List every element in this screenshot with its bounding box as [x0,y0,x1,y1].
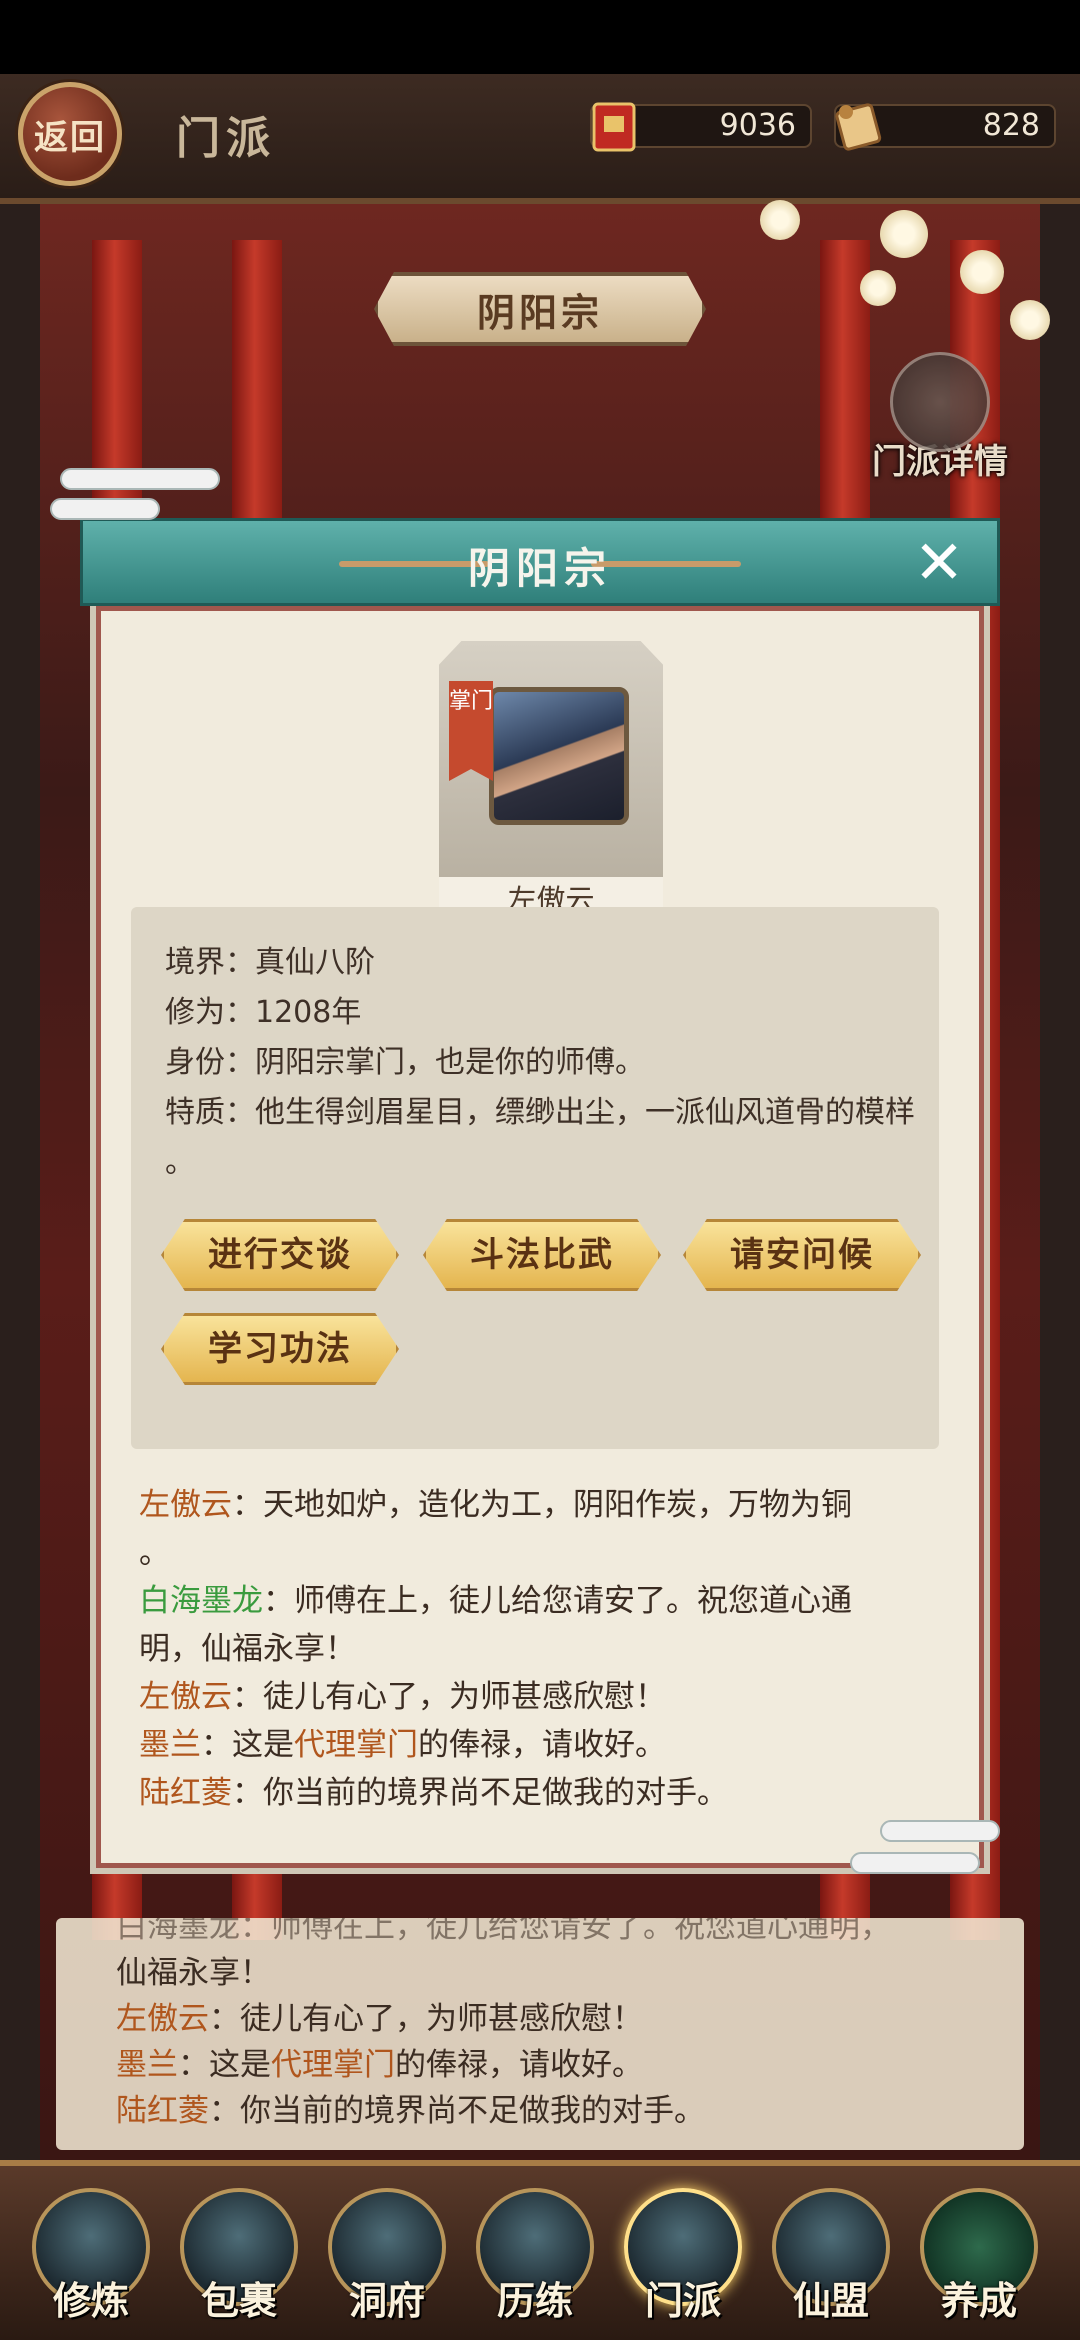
blossom-decoration [760,200,800,240]
nav-develop[interactable]: 养成 [916,2188,1042,2328]
chat-text: 的俸禄，请收好。 [395,2047,643,2083]
red-envelope-token-icon [592,102,636,152]
master-badge: 掌门 [449,681,493,781]
dialog-text: 的俸禄，请收好。 [418,1727,666,1763]
dialog-line: 陆红菱：你当前的境界尚不足做我的对手。 [139,1769,959,1817]
blossom-decoration [1010,300,1050,340]
chat-highlight: 代理掌门 [271,2047,395,2083]
dialog-text: ：师傅在上，徒儿给您请安了。祝您道心通 [263,1583,852,1619]
sect-emblem-icon [890,352,990,452]
sect-master-modal: 掌门 左傲云 境界：真仙八阶 修为：1208年 身份：阴阳宗掌门，也是你的师傅。… [50,468,1000,1874]
dialog-speaker: 陆红菱 [139,1775,232,1811]
talk-button[interactable]: 进行交谈 [161,1219,399,1291]
master-portrait-frame[interactable]: 掌门 [439,641,663,877]
currency-slot-1: 9036 [590,102,812,152]
blossom-decoration [960,250,1004,294]
dialog-text: ：徒儿有心了，为师甚感欣慰！ [232,1679,666,1715]
greet-button[interactable]: 请安问候 [683,1219,921,1291]
dialog-line-cont: 。 [139,1535,170,1571]
dialog-speaker: 墨兰 [139,1727,201,1763]
page-title: 门派 [176,113,276,164]
dialog-line: 墨兰：这是代理掌门的俸禄，请收好。 [139,1721,959,1769]
sect-name-banner: 阴阳宗 [374,272,706,346]
top-bar: 返回 门派 9036 828 [0,74,1080,204]
currency-slot-2: 828 [834,103,1056,151]
dialog-speaker: 左傲云 [139,1679,232,1715]
chat-log-row: 左傲云：徒儿有心了，为师甚感欣慰！ [116,1996,964,2042]
info-trait: 特质：他生得剑眉星目，缥缈出尘，一派仙风道骨的模样 [165,1095,915,1130]
info-realm: 境界：真仙八阶 [165,945,375,980]
dialog-line-cont: 明，仙福永享！ [139,1631,356,1667]
dialog-speaker: 左傲云 [139,1487,232,1523]
close-icon[interactable]: ✕ [909,533,969,595]
blossom-decoration [880,210,928,258]
nav-cultivate[interactable]: 修炼 [28,2188,154,2328]
nav-alliance[interactable]: 仙盟 [768,2188,894,2328]
nav-trial[interactable]: 历练 [472,2188,598,2328]
chat-text: ：你当前的境界尚不足做我的对手。 [209,2093,705,2129]
modal-title: 阴阳宗 [467,544,612,593]
dialog-speaker: 白海墨龙 [139,1583,263,1619]
chat-log-row: 仙福永享！ [116,1955,271,1991]
cloud-decoration [850,1852,980,1874]
nav-label: 门派 [644,2278,721,2323]
nav-label: 历练 [496,2278,573,2323]
info-trait-cont: 。 [165,1145,195,1180]
info-cultivation: 修为：1208年 [165,995,362,1030]
dialog-highlight: 代理掌门 [294,1727,418,1763]
status-bar [0,0,1080,74]
nav-sect[interactable]: 门派 [620,2188,746,2328]
cloud-decoration [50,498,160,520]
chat-log-row: 陆红菱：你当前的境界尚不足做我的对手。 [116,2088,964,2134]
dialog-line: 左傲云：徒儿有心了，为师甚感欣慰！ [139,1673,959,1721]
dialog-line: 白海墨龙：师傅在上，徒儿给您请安了。祝您道心通 [139,1577,959,1625]
chat-log-row: 墨兰：这是代理掌门的俸禄，请收好。 [116,2042,964,2088]
dialog-text: ：这是 [201,1727,294,1763]
nav-label: 仙盟 [792,2278,869,2323]
dialog-log: 左傲云：天地如炉，造化为工，阴阳作炭，万物为铜 。 白海墨龙：师傅在上，徒儿给您… [139,1481,959,1817]
learn-technique-button[interactable]: 学习功法 [161,1313,399,1385]
blossom-decoration [860,270,896,306]
modal-body: 掌门 左傲云 境界：真仙八阶 修为：1208年 身份：阴阳宗掌门，也是你的师傅。… [90,600,990,1874]
info-identity: 身份：阴阳宗掌门，也是你的师傅。 [165,1045,645,1080]
currency-value-2: 828 [982,108,1040,143]
cloud-decoration [60,468,220,490]
master-info-panel: 境界：真仙八阶 修为：1208年 身份：阴阳宗掌门，也是你的师傅。 特质：他生得… [131,907,939,1449]
chat-text: ：这是 [178,2047,271,2083]
scroll-token-icon [835,103,882,151]
nav-label: 包裹 [200,2278,277,2323]
nav-label: 修炼 [52,2278,129,2323]
chat-speaker: 陆红菱 [116,2093,209,2129]
chat-log-panel[interactable]: 白海墨龙：师傅在上，徒儿给您请安了。祝您道心通明， 仙福永享！ 左傲云：徒儿有心… [56,1918,1024,2150]
chat-log-row: 白海墨龙：师傅在上，徒儿给您请安了。祝您道心通明， [116,1918,891,1945]
nav-bag[interactable]: 包裹 [176,2188,302,2328]
back-button[interactable]: 返回 [18,82,122,186]
sect-detail-button[interactable]: 门派详情 [870,352,1010,492]
master-avatar [489,687,629,825]
currency-value-1: 9036 [719,108,796,143]
nav-cave[interactable]: 洞府 [324,2188,450,2328]
nav-label: 洞府 [348,2278,425,2323]
chat-speaker: 左傲云 [116,2001,209,2037]
chat-text: ：徒儿有心了，为师甚感欣慰！ [209,2001,643,2037]
dialog-line: 左傲云：天地如炉，造化为工，阴阳作炭，万物为铜 [139,1481,959,1529]
dialog-text: ：你当前的境界尚不足做我的对手。 [232,1775,728,1811]
cloud-decoration [880,1820,1000,1842]
duel-button[interactable]: 斗法比武 [423,1219,661,1291]
chat-speaker: 墨兰 [116,2047,178,2083]
bottom-nav: 修炼 包裹 洞府 历练 门派 仙盟 养成 [0,2160,1080,2340]
dialog-text: ：天地如炉，造化为工，阴阳作炭，万物为铜 [232,1487,852,1523]
nav-label: 养成 [940,2278,1017,2323]
modal-header: 阴阳宗 ✕ [80,518,1000,606]
